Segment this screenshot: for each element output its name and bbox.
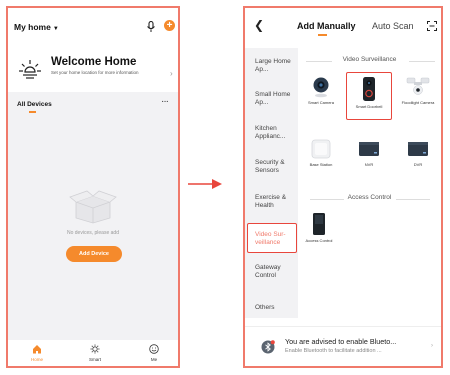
tab-underline bbox=[29, 111, 36, 113]
chevron-right-icon: › bbox=[170, 69, 173, 78]
sun-icon bbox=[90, 344, 100, 354]
device-label: Floodlight Camera bbox=[401, 100, 435, 105]
empty-state-text: No devices, please add bbox=[67, 230, 119, 236]
home-title: My home bbox=[14, 22, 51, 32]
home-screen: My home ▼ + Welcome Home Set your home lo… bbox=[6, 6, 180, 368]
category-exercise-health[interactable]: Exercise & Health bbox=[245, 194, 298, 210]
scan-icon[interactable] bbox=[427, 21, 437, 31]
section-header: Video Surveillance bbox=[298, 56, 441, 66]
tab-label: Me bbox=[150, 357, 158, 362]
category-list: Large Home Ap... Small Home Ap... Kitche… bbox=[245, 48, 298, 318]
tab-label: Home bbox=[30, 357, 43, 362]
device-label: Smart Doorbell bbox=[355, 104, 383, 109]
device-label: Smart Camera bbox=[307, 100, 334, 105]
category-kitchen-appliances[interactable]: Kitchen Applianc... bbox=[245, 125, 298, 141]
bluetooth-icon bbox=[261, 340, 275, 354]
device-base-station[interactable]: Base Station bbox=[298, 138, 344, 178]
section-title: Access Control bbox=[347, 194, 392, 201]
bottom-tab-bar: Home Smart Me bbox=[8, 340, 178, 366]
arrow-right-icon bbox=[188, 179, 222, 189]
device-smart-camera[interactable]: Smart Camera bbox=[298, 74, 344, 116]
chevron-right-icon: › bbox=[431, 343, 433, 349]
device-smart-doorbell[interactable]: Smart Doorbell bbox=[346, 72, 392, 120]
device-label: Access Control bbox=[305, 238, 333, 243]
access-control-icon bbox=[313, 213, 325, 235]
device-label: DVR bbox=[413, 162, 423, 167]
tab-label: Smart bbox=[88, 357, 101, 362]
dvr-icon bbox=[408, 142, 428, 156]
back-icon[interactable]: ❮ bbox=[254, 18, 264, 32]
chevron-down-icon: ▼ bbox=[52, 26, 59, 32]
tab-smart[interactable]: Smart bbox=[80, 344, 110, 362]
add-device-header: ❮ Add Manually Auto Scan bbox=[245, 8, 441, 48]
divider bbox=[396, 199, 430, 200]
tab-home[interactable]: Home bbox=[22, 344, 52, 362]
tab-me[interactable]: Me bbox=[139, 344, 169, 362]
home-selector[interactable]: My home ▼ bbox=[14, 22, 59, 32]
doorbell-icon bbox=[363, 77, 375, 101]
smiley-icon bbox=[149, 344, 159, 354]
sun-icon bbox=[19, 60, 41, 79]
device-grid: Video Surveillance Smart Camera Smart Do… bbox=[298, 48, 441, 318]
category-others[interactable]: Others bbox=[245, 304, 298, 312]
empty-box-icon bbox=[69, 190, 117, 224]
home-header: My home ▼ + bbox=[8, 8, 178, 52]
tab-underline bbox=[318, 34, 327, 36]
tab-all-devices[interactable]: All Devices bbox=[17, 101, 52, 108]
bluetooth-banner[interactable]: You are advised to enable Blueto... Enab… bbox=[245, 326, 441, 366]
welcome-card[interactable]: Welcome Home Set your home location for … bbox=[8, 52, 178, 92]
bluetooth-title: You are advised to enable Blueto... bbox=[285, 337, 397, 346]
section-header: Access Control bbox=[298, 194, 441, 204]
smart-camera-icon bbox=[313, 77, 329, 98]
section-title: Video Surveillance bbox=[342, 56, 397, 63]
category-gateway-control[interactable]: Gateway Control bbox=[245, 264, 298, 280]
floodlight-camera-icon bbox=[406, 77, 430, 95]
base-station-icon bbox=[311, 139, 331, 159]
category-large-home-appliances[interactable]: Large Home Ap... bbox=[245, 58, 298, 74]
welcome-subtitle: Set your home location for more informat… bbox=[51, 70, 139, 75]
nvr-icon bbox=[359, 142, 379, 156]
add-device-screen: ❮ Add Manually Auto Scan Large Home Ap..… bbox=[243, 6, 443, 368]
category-small-home-appliances[interactable]: Small Home Ap... bbox=[245, 91, 298, 107]
category-security-sensors[interactable]: Security & Sensors bbox=[245, 159, 298, 175]
more-icon[interactable]: ··· bbox=[161, 96, 169, 107]
devices-header: All Devices ··· bbox=[8, 92, 178, 116]
device-dvr[interactable]: DVR bbox=[395, 138, 441, 178]
home-icon bbox=[33, 345, 41, 354]
device-label: Base Station bbox=[309, 162, 333, 167]
tab-auto-scan[interactable]: Auto Scan bbox=[372, 21, 414, 31]
microphone-icon[interactable] bbox=[146, 21, 156, 33]
device-floodlight-camera[interactable]: Floodlight Camera bbox=[395, 74, 441, 120]
device-label: NVR bbox=[364, 162, 374, 167]
bluetooth-subtitle: Enable Bluetooth to facilitate addition … bbox=[285, 348, 382, 354]
welcome-title: Welcome Home bbox=[51, 56, 137, 68]
add-icon[interactable]: + bbox=[164, 20, 175, 31]
device-nvr[interactable]: NVR bbox=[346, 138, 392, 178]
tab-add-manually[interactable]: Add Manually bbox=[297, 21, 356, 31]
category-video-surveillance[interactable]: Video Sur-veillance bbox=[247, 223, 297, 253]
divider bbox=[409, 61, 435, 62]
add-device-button[interactable]: Add Device bbox=[66, 246, 122, 262]
device-access-control[interactable]: Access Control bbox=[296, 212, 342, 252]
